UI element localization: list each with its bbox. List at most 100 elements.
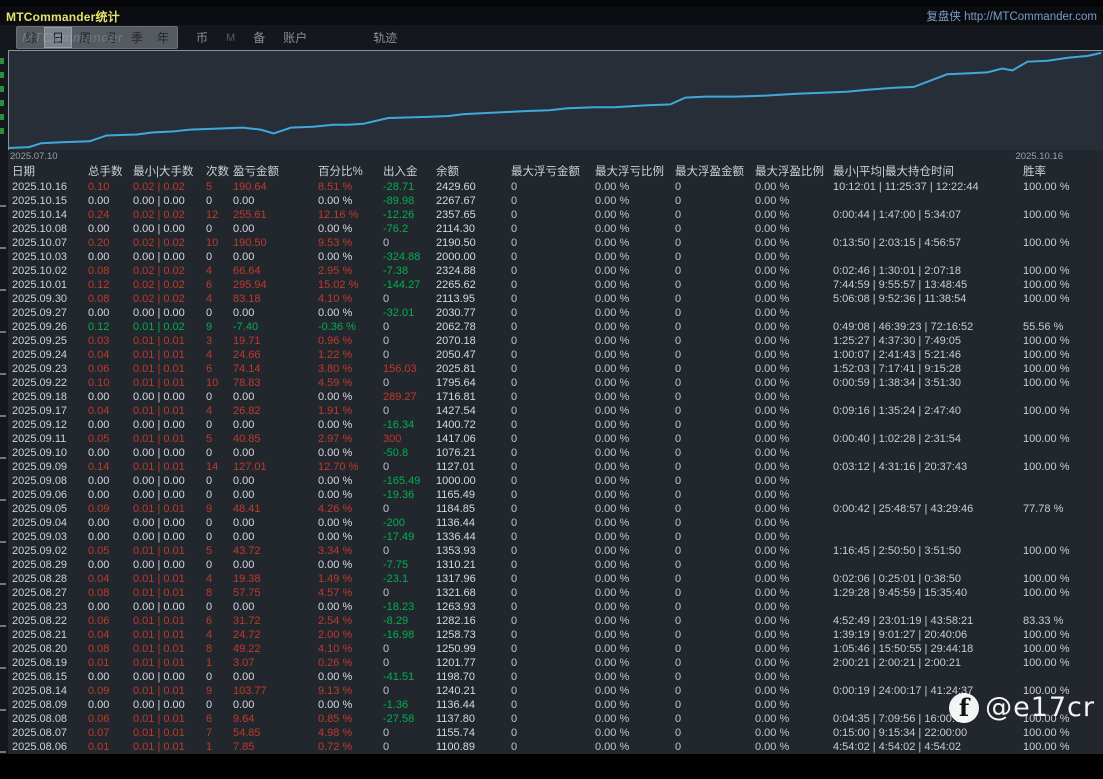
- cell: 2030.77: [436, 306, 511, 320]
- table-row[interactable]: 2025.09.060.000.00 | 0.0000.000.00 %-19.…: [8, 488, 1103, 502]
- cell: 0.85 %: [318, 712, 383, 726]
- table-row[interactable]: 2025.08.270.080.01 | 0.01857.754.57 %013…: [8, 586, 1103, 600]
- cell: -1.36: [383, 698, 436, 712]
- column-header-7[interactable]: 余额: [436, 164, 511, 180]
- cell: 0.00 %: [318, 194, 383, 208]
- table-row[interactable]: 2025.09.170.040.01 | 0.01426.821.91 %014…: [8, 404, 1103, 418]
- table-row[interactable]: 2025.09.120.000.00 | 0.0000.000.00 %-16.…: [8, 418, 1103, 432]
- cell: 0:00:44 | 1:47:00 | 5:34:07: [833, 208, 1023, 222]
- cell: 0: [511, 390, 595, 404]
- cell: 0: [511, 726, 595, 740]
- table-row[interactable]: 2025.08.230.000.00 | 0.0000.000.00 %-18.…: [8, 600, 1103, 614]
- period-button-年[interactable]: 年: [150, 28, 176, 47]
- cell: 1155.74: [436, 726, 511, 740]
- cell: 0.00 | 0.00: [133, 418, 206, 432]
- table-row[interactable]: 2025.09.300.080.02 | 0.02483.184.10 %021…: [8, 292, 1103, 306]
- column-header-1[interactable]: 总手数: [88, 164, 133, 180]
- cell: 0.00 %: [755, 684, 833, 698]
- table-row[interactable]: 2025.09.050.090.01 | 0.01948.414.26 %011…: [8, 502, 1103, 516]
- cell: 0: [206, 670, 233, 684]
- table-row[interactable]: 2025.10.160.100.02 | 0.025190.648.51 %-2…: [8, 180, 1103, 194]
- cell: 0.08: [88, 642, 133, 656]
- daily-statistics-table: 日期总手数最小|大手数次数盈亏金额百分比%出入金余额最大浮亏金额最大浮亏比例最大…: [8, 164, 1103, 754]
- table-row[interactable]: 2025.10.150.000.00 | 0.0000.000.00 %-89.…: [8, 194, 1103, 208]
- column-header-4[interactable]: 盈亏金额: [233, 164, 318, 180]
- cell: 5: [206, 544, 233, 558]
- cell: -23.1: [383, 572, 436, 586]
- cell: 0.00 %: [755, 502, 833, 516]
- table-row[interactable]: 2025.09.240.040.01 | 0.01424.661.22 %020…: [8, 348, 1103, 362]
- period-button-季[interactable]: 季: [124, 28, 150, 47]
- tool-button-备[interactable]: 备: [253, 29, 265, 46]
- table-row[interactable]: 2025.08.210.040.01 | 0.01424.722.00 %-16…: [8, 628, 1103, 642]
- table-row[interactable]: 2025.08.280.040.01 | 0.01419.381.49 %-23…: [8, 572, 1103, 586]
- table-row[interactable]: 2025.09.220.100.01 | 0.011078.834.59 %01…: [8, 376, 1103, 390]
- table-row[interactable]: 2025.10.140.240.02 | 0.0212255.6112.16 %…: [8, 208, 1103, 222]
- column-header-2[interactable]: 最小|大手数: [133, 164, 206, 180]
- column-header-8[interactable]: 最大浮亏金额: [511, 164, 595, 180]
- table-row[interactable]: 2025.08.290.000.00 | 0.0000.000.00 %-7.7…: [8, 558, 1103, 572]
- table-row[interactable]: 2025.09.180.000.00 | 0.0000.000.00 %289.…: [8, 390, 1103, 404]
- column-header-13[interactable]: 胜率: [1023, 164, 1103, 180]
- table-row[interactable]: 2025.09.250.030.01 | 0.01319.710.96 %020…: [8, 334, 1103, 348]
- table-row[interactable]: 2025.08.060.010.01 | 0.0117.850.72 %0110…: [8, 740, 1103, 754]
- table-row[interactable]: 2025.10.080.000.00 | 0.0000.000.00 %-76.…: [8, 222, 1103, 236]
- cell: 0.12: [88, 278, 133, 292]
- table-row[interactable]: 2025.08.140.090.01 | 0.019103.779.13 %01…: [8, 684, 1103, 698]
- table-row[interactable]: 2025.09.090.140.01 | 0.0114127.0112.70 %…: [8, 460, 1103, 474]
- table-row[interactable]: 2025.08.200.080.01 | 0.01849.224.10 %012…: [8, 642, 1103, 656]
- table-row[interactable]: 2025.09.080.000.00 | 0.0000.000.00 %-165…: [8, 474, 1103, 488]
- tool-button-账户[interactable]: 账户: [283, 29, 307, 46]
- period-button-group: 综日周月季年: [16, 26, 178, 49]
- column-header-11[interactable]: 最大浮盈比例: [755, 164, 833, 180]
- table-row[interactable]: 2025.08.070.070.01 | 0.01754.854.98 %011…: [8, 726, 1103, 740]
- header-link[interactable]: 复盘侠 http://MTCommander.com: [926, 8, 1097, 24]
- table-row[interactable]: 2025.08.220.060.01 | 0.01631.722.54 %-8.…: [8, 614, 1103, 628]
- cell: 0: [206, 698, 233, 712]
- equity-curve-chart[interactable]: [8, 50, 1103, 150]
- cell: 0.00 %: [595, 656, 675, 670]
- table-row[interactable]: 2025.09.020.050.01 | 0.01543.723.34 %013…: [8, 544, 1103, 558]
- table-row[interactable]: 2025.09.030.000.00 | 0.0000.000.00 %-17.…: [8, 530, 1103, 544]
- cell: 2025.08.14: [8, 684, 88, 698]
- cell: [833, 530, 1023, 544]
- tool-button-币[interactable]: 币: [196, 29, 208, 46]
- table-row[interactable]: 2025.10.010.120.02 | 0.026295.9415.02 %-…: [8, 278, 1103, 292]
- column-header-9[interactable]: 最大浮亏比例: [595, 164, 675, 180]
- table-row[interactable]: 2025.08.190.010.01 | 0.0113.070.26 %0120…: [8, 656, 1103, 670]
- column-header-12[interactable]: 最小|平均|最大持仓时间: [833, 164, 1023, 180]
- cell: 1427.54: [436, 404, 511, 418]
- table-row[interactable]: 2025.09.260.120.01 | 0.029-7.40-0.36 %02…: [8, 320, 1103, 334]
- table-row[interactable]: 2025.08.090.000.00 | 0.0000.000.00 %-1.3…: [8, 698, 1103, 712]
- tool-button-M[interactable]: M: [226, 32, 235, 44]
- cell: 78.83: [233, 376, 318, 390]
- cell: 1.91 %: [318, 404, 383, 418]
- period-button-日[interactable]: 日: [44, 27, 72, 48]
- column-header-10[interactable]: 最大浮盈金额: [675, 164, 755, 180]
- table-row[interactable]: 2025.10.030.000.00 | 0.0000.000.00 %-324…: [8, 250, 1103, 264]
- cell: 0.01 | 0.01: [133, 684, 206, 698]
- table-row[interactable]: 2025.08.150.000.00 | 0.0000.000.00 %-41.…: [8, 670, 1103, 684]
- table-row[interactable]: 2025.09.110.050.01 | 0.01540.852.97 %300…: [8, 432, 1103, 446]
- period-button-周[interactable]: 周: [72, 28, 98, 47]
- cell: 19.71: [233, 334, 318, 348]
- column-header-3[interactable]: 次数: [206, 164, 233, 180]
- table-row[interactable]: 2025.09.230.060.01 | 0.01674.143.80 %156…: [8, 362, 1103, 376]
- period-button-月[interactable]: 月: [98, 28, 124, 47]
- table-row[interactable]: 2025.10.070.200.02 | 0.0210190.509.53 %0…: [8, 236, 1103, 250]
- table-row[interactable]: 2025.09.040.000.00 | 0.0000.000.00 %-200…: [8, 516, 1103, 530]
- period-button-综[interactable]: 综: [18, 28, 44, 47]
- cell: 0.00 %: [595, 712, 675, 726]
- cell: 0: [206, 600, 233, 614]
- column-header-0[interactable]: 日期: [8, 164, 88, 180]
- tool-button-轨迹[interactable]: 轨迹: [373, 29, 397, 46]
- table-row[interactable]: 2025.09.270.000.00 | 0.0000.000.00 %-32.…: [8, 306, 1103, 320]
- cell: 0.00 %: [755, 740, 833, 754]
- table-row[interactable]: 2025.09.100.000.00 | 0.0000.000.00 %-50.…: [8, 446, 1103, 460]
- table-row[interactable]: 2025.08.080.060.01 | 0.0169.640.85 %-27.…: [8, 712, 1103, 726]
- column-header-6[interactable]: 出入金: [383, 164, 436, 180]
- table-row[interactable]: 2025.10.020.080.02 | 0.02466.642.95 %-7.…: [8, 264, 1103, 278]
- column-header-5[interactable]: 百分比%: [318, 164, 383, 180]
- cell: 100.00 %: [1023, 376, 1103, 390]
- cell: 0.10: [88, 376, 133, 390]
